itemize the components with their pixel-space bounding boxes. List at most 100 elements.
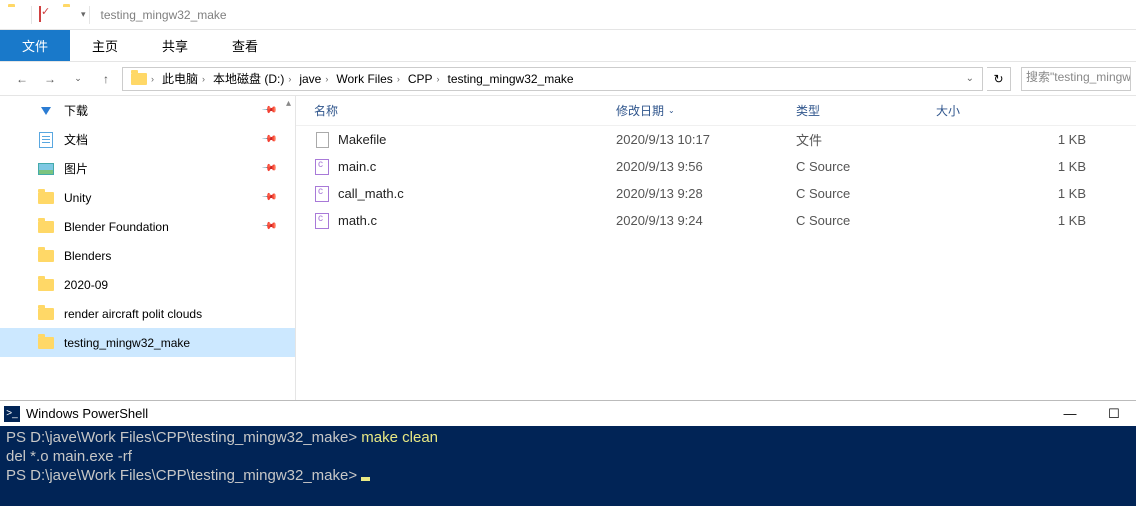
sidebar-item-6[interactable]: 2020-09 — [0, 270, 295, 299]
nav-back-button[interactable]: ← — [10, 67, 34, 91]
file-name: Makefile — [338, 132, 386, 147]
nav-forward-button[interactable]: → — [38, 67, 62, 91]
sidebar-item-8[interactable]: testing_mingw32_make — [0, 328, 295, 357]
folder-icon — [38, 190, 54, 206]
table-row[interactable]: math.c 2020/9/13 9:24C Source1 KB — [296, 207, 1136, 234]
file-date: 2020/9/13 10:17 — [616, 132, 796, 147]
pin-icon: 📌 — [260, 218, 277, 235]
address-row: ← → ⌄ ↑ › 此电脑› 本地磁盘 (D:)› jave› Work Fil… — [0, 62, 1136, 96]
qat-properties-icon[interactable] — [39, 7, 55, 23]
sidebar-item-label: Blenders — [64, 249, 111, 263]
col-type[interactable]: 类型 — [796, 102, 936, 119]
tab-home[interactable]: 主页 — [70, 30, 140, 61]
crumb-1[interactable]: 本地磁盘 (D:)› — [209, 70, 295, 87]
nav-up-button[interactable]: ↑ — [94, 67, 118, 91]
folder-icon — [38, 306, 54, 322]
file-type: C Source — [796, 186, 936, 201]
file-type: C Source — [796, 159, 936, 174]
file-icon — [314, 132, 330, 148]
crumb-4[interactable]: CPP› — [404, 72, 444, 86]
file-type: C Source — [796, 213, 936, 228]
col-size[interactable]: 大小 — [936, 102, 1136, 119]
pic-icon — [38, 161, 54, 177]
cursor — [361, 477, 370, 481]
file-type: 文件 — [796, 130, 936, 149]
file-date: 2020/9/13 9:56 — [616, 159, 796, 174]
ps-minimize-button[interactable]: — — [1048, 401, 1092, 427]
sidebar-item-7[interactable]: render aircraft polit clouds — [0, 299, 295, 328]
sidebar-item-3[interactable]: Unity 📌 — [0, 183, 295, 212]
table-row[interactable]: call_math.c 2020/9/13 9:28C Source1 KB — [296, 180, 1136, 207]
file-size: 1 KB — [936, 186, 1136, 201]
crumb-3[interactable]: Work Files› — [332, 72, 403, 86]
breadcrumb-root-icon — [131, 73, 147, 85]
doc-icon — [38, 132, 54, 148]
crumb-0[interactable]: 此电脑› — [158, 70, 209, 87]
file-list: Makefile2020/9/13 10:17文件1 KBmain.c2020/… — [296, 126, 1136, 400]
folder-icon — [38, 277, 54, 293]
breadcrumb[interactable]: › 此电脑› 本地磁盘 (D:)› jave› Work Files› CPP›… — [122, 67, 983, 91]
sidebar-item-5[interactable]: Blenders — [0, 241, 295, 270]
qat-newfolder-icon[interactable] — [63, 7, 79, 23]
powershell-icon: >_ — [4, 406, 20, 422]
app-folder-icon — [8, 7, 24, 23]
sidebar-item-label: 文档 — [64, 131, 88, 148]
terminal[interactable]: PS D:\jave\Work Files\CPP\testing_mingw3… — [0, 426, 1136, 506]
tab-view[interactable]: 查看 — [210, 30, 280, 61]
file-date: 2020/9/13 9:24 — [616, 213, 796, 228]
folder-icon — [38, 335, 54, 351]
pin-icon: 📌 — [260, 131, 277, 148]
file-name: math.c — [338, 213, 377, 228]
refresh-button[interactable]: ↻ — [987, 67, 1011, 91]
sidebar-item-2[interactable]: 图片 📌 — [0, 154, 295, 183]
file-name: call_math.c — [338, 186, 404, 201]
crumb-2[interactable]: jave› — [295, 72, 332, 86]
sort-desc-icon: ⌄ — [668, 106, 675, 115]
scroll-up-icon[interactable]: ▴ — [286, 98, 291, 109]
sidebar-item-label: 下载 — [64, 102, 88, 119]
file-size: 1 KB — [936, 213, 1136, 228]
pin-icon: 📌 — [260, 160, 277, 177]
main-area: ▴ 下载📌文档📌图片📌Unity📌Blender Foundation📌Blen… — [0, 96, 1136, 400]
pin-icon: 📌 — [260, 102, 277, 119]
csrc-icon — [314, 186, 330, 202]
qat-dropdown-icon[interactable]: ▾ — [81, 9, 86, 20]
ps-maximize-button[interactable]: ☐ — [1092, 401, 1136, 427]
sidebar-item-label: render aircraft polit clouds — [64, 307, 202, 321]
tab-file[interactable]: 文件 — [0, 30, 70, 61]
sidebar-item-label: Unity — [64, 191, 91, 205]
powershell-title: Windows PowerShell — [26, 406, 148, 421]
sidebar-item-0[interactable]: 下载 📌 — [0, 96, 295, 125]
file-name: main.c — [338, 159, 376, 174]
sidebar-item-label: 图片 — [64, 160, 88, 177]
download-icon — [38, 103, 54, 119]
file-size: 1 KB — [936, 132, 1136, 147]
folder-icon — [38, 219, 54, 235]
ribbon-tabs: 文件 主页 共享 查看 — [0, 30, 1136, 62]
sidebar-item-1[interactable]: 文档 📌 — [0, 125, 295, 154]
sidebar-item-4[interactable]: Blender Foundation 📌 — [0, 212, 295, 241]
sidebar-item-label: testing_mingw32_make — [64, 336, 190, 350]
col-date[interactable]: 修改日期⌄ — [616, 102, 796, 119]
file-size: 1 KB — [936, 159, 1136, 174]
col-name[interactable]: 名称 — [296, 102, 616, 119]
crumb-5[interactable]: testing_mingw32_make — [444, 72, 578, 86]
table-row[interactable]: Makefile 2020/9/13 10:17文件1 KB — [296, 126, 1136, 153]
title-bar: ▾ testing_mingw32_make — [0, 0, 1136, 30]
csrc-icon — [314, 213, 330, 229]
nav-pane: ▴ 下载📌文档📌图片📌Unity📌Blender Foundation📌Blen… — [0, 96, 296, 400]
sidebar-item-label: 2020-09 — [64, 278, 108, 292]
tab-share[interactable]: 共享 — [140, 30, 210, 61]
pin-icon: 📌 — [260, 189, 277, 206]
powershell-titlebar: >_ Windows PowerShell — ☐ — [0, 400, 1136, 426]
nav-history-button[interactable]: ⌄ — [66, 67, 90, 91]
folder-icon — [38, 248, 54, 264]
column-headers: 名称 修改日期⌄ 类型 大小 — [296, 96, 1136, 126]
sidebar-item-label: Blender Foundation — [64, 220, 169, 234]
window-title: testing_mingw32_make — [101, 8, 227, 22]
breadcrumb-dropdown-icon[interactable]: ⌄ — [962, 73, 978, 84]
search-input[interactable]: 搜索"testing_mingw32_make" — [1021, 67, 1131, 91]
csrc-icon — [314, 159, 330, 175]
file-date: 2020/9/13 9:28 — [616, 186, 796, 201]
table-row[interactable]: main.c 2020/9/13 9:56C Source1 KB — [296, 153, 1136, 180]
